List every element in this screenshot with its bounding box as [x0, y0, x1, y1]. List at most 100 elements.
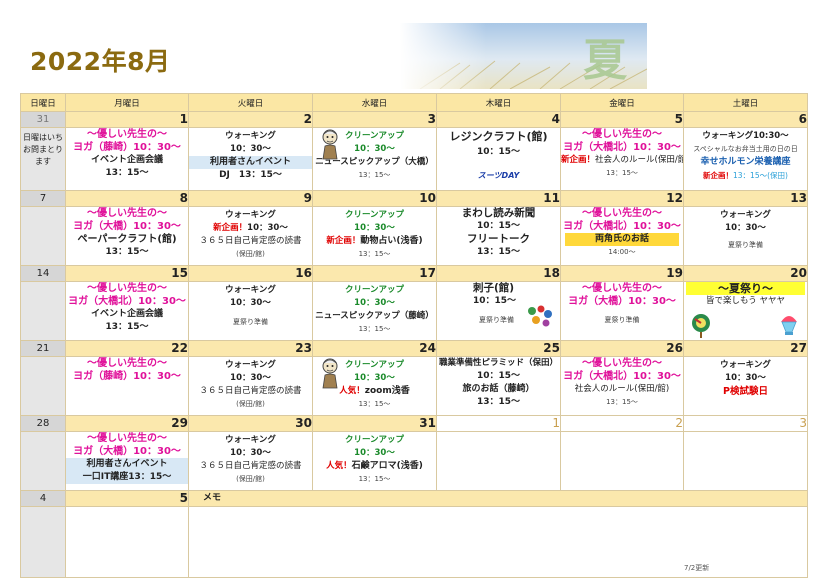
day-cell: まわし読み新聞 10：15～ フリートーク 13：15～ [436, 206, 561, 266]
event-row: 日曜はいち お問まとり ます ～優しい先生の～ ヨガ（藤崎）10：30～ イベン… [20, 127, 808, 191]
date-number: 11 [436, 190, 561, 207]
event-row: ～優しい先生の～ ヨガ（大橋）10：30～ ペーパークラフト(館) 13：15～… [20, 206, 808, 266]
updated-note: 7/2更新 [684, 564, 710, 572]
event-title: 両角氏のお話 [565, 233, 679, 246]
sunday-cell [20, 281, 66, 341]
event-subtitle: ～優しい先生の～ [87, 129, 167, 140]
note-line: ます [35, 157, 51, 166]
day-cell: レジンクラフト(館) 10：15～ スーツDAY [436, 127, 561, 191]
event-title: 動物占い(浅香) [360, 236, 423, 246]
new-badge: 新企画！ [326, 236, 361, 246]
event-note: 皆で楽しもう ヤヤヤ [706, 296, 785, 306]
teacher-icon [322, 358, 338, 389]
day-cell: ～優しい先生の～ ヨガ（大橋）10：30～ 利用者さんイベント 一口IT講座13… [65, 431, 189, 491]
date-number: 22 [65, 340, 189, 357]
day-cell: ウォーキング 10：30～ 夏祭り準備 [188, 281, 313, 341]
date-number: 24 [312, 340, 437, 357]
day-cell: ウォーキング 10：30～ ３６５日自己肯定感の読書 (保田/館) [188, 431, 313, 491]
day-cell: ～優しい先生の～ ヨガ（大橋北）10：30～ 両角氏のお話 14:00～ [560, 206, 684, 266]
date-number: 12 [560, 190, 684, 207]
date-number: 4 [436, 111, 561, 128]
event-title: クリーンアップ [344, 285, 405, 295]
event-time: 13：15～ [476, 397, 521, 407]
event-time: 10：30～ [230, 448, 271, 458]
shaved-ice-icon [781, 316, 797, 335]
weekday-sun: 日曜日 [20, 93, 66, 112]
event-time: 10：30～ [354, 298, 395, 308]
event-title: ヨガ（藤崎）10：30～ [73, 371, 181, 382]
event-subtitle: ～優しい先生の～ [582, 358, 662, 369]
event-time: 10：15～ [476, 147, 521, 157]
date-number: 26 [560, 340, 684, 357]
event-title: ヨガ（大橋）10：30～ [73, 446, 181, 457]
event-time: 13：15～ [606, 398, 638, 406]
new-badge: 新企画！ [213, 223, 248, 233]
date-number: 1 [65, 111, 189, 128]
day-cell: ウォーキング 新企画！10：30～ ３６５日自己肯定感の読書 (保田/館) [188, 206, 313, 266]
date-number: 20 [683, 265, 808, 282]
date-number: 3 [312, 111, 437, 128]
event-subtitle: ～優しい先生の～ [87, 283, 167, 294]
event-time: 10：30～ [247, 223, 288, 233]
date-number: 28 [20, 415, 66, 432]
event-time: 13：15～(保田) [733, 171, 788, 180]
event-time: 13：15～ [358, 171, 391, 179]
event-title: ヨガ（大橋北）10：30～ [563, 142, 681, 153]
date-row: 31 1 2 3 4 5 6 [20, 111, 808, 128]
event-title: 社会人のルール(保田/館) [574, 384, 670, 394]
event-row: ～優しい先生の～ ヨガ（大橋北）10：30～ イベント企画会議 13：15～ ウ… [20, 281, 808, 341]
event-location: (保田/館) [236, 400, 265, 408]
note-line: お問まとり [23, 145, 63, 154]
date-number: 30 [188, 415, 313, 432]
date-number: 10 [312, 190, 437, 207]
suit-day-label: スーツDAY [477, 171, 520, 180]
event-subtitle: ～優しい先生の～ [87, 433, 167, 444]
event-time: 10：30～ [354, 448, 395, 458]
date-number: 5 [65, 490, 189, 507]
date-number: 29 [65, 415, 189, 432]
day-cell: ～優しい先生の～ ヨガ（藤崎）10：30～ イベント企画会議 13：15～ [65, 127, 189, 191]
teacher-icon [322, 129, 338, 160]
buttons-icon [528, 305, 552, 327]
event-title: イベント企画会議 [90, 309, 163, 319]
day-cell: ウォーキング10:30～ スペシャルなお弁当土用の日の日 幸せホルモン栄養講座 … [683, 127, 808, 191]
sunday-cell [20, 431, 66, 491]
date-number: 23 [188, 340, 313, 357]
event-time: 13：15～ [606, 169, 638, 177]
day-cell: 刺子(館) 10：15～ 夏祭り準備 [436, 281, 561, 341]
memo-label: メモ [188, 490, 808, 507]
day-cell: ～優しい先生の～ ヨガ（大橋北）10：30～ イベント企画会議 13：15～ [65, 281, 189, 341]
weekday-tue: 火曜日 [188, 93, 313, 112]
date-number: 1 [436, 415, 561, 432]
event-title: 幸せホルモン栄養講座 [700, 157, 791, 167]
date-number: 21 [20, 340, 66, 357]
date-number: 31 [20, 111, 66, 128]
event-title: ３６５日自己肯定感の読書 [199, 386, 302, 396]
event-title: P検試験日 [723, 386, 768, 397]
event-time: 10：30～ [230, 298, 271, 308]
date-row: 21 22 23 24 25 26 27 [20, 340, 808, 357]
date-number: 18 [436, 265, 561, 282]
event-time: 10：30～ [725, 223, 766, 233]
event-time: 13：15～ [105, 168, 149, 178]
event-title: ニュースピックアップ（藤崎） [315, 311, 434, 321]
day-cell [65, 506, 189, 578]
date-number: 7 [20, 190, 66, 207]
event-title: 一口IT講座13：15～ [66, 471, 188, 484]
day-cell [560, 431, 684, 491]
event-title: ウォーキング [225, 435, 276, 445]
event-title: ペーパークラフト(館) [77, 234, 177, 245]
day-cell: ～優しい先生の～ ヨガ（大橋）10：30～ ペーパークラフト(館) 13：15～ [65, 206, 189, 266]
event-time: 13：15～ [358, 325, 391, 333]
event-time: 13：15～ [358, 475, 391, 483]
page-title: 2022年8月 [30, 47, 171, 76]
event-time: 13：15～ [358, 400, 391, 408]
date-number: 15 [65, 265, 189, 282]
date-row: 14 15 16 17 18 19 20 [20, 265, 808, 282]
event-note: 夏祭り準備 [604, 316, 640, 324]
date-number: 16 [188, 265, 313, 282]
memo-area[interactable]: 7/2更新 [188, 506, 808, 578]
event-time: 13：15～ [476, 247, 521, 257]
day-cell: クリーンアップ 10：30～ 新企画！動物占い(浅香) 13：15～ [312, 206, 437, 266]
date-number: 14 [20, 265, 66, 282]
